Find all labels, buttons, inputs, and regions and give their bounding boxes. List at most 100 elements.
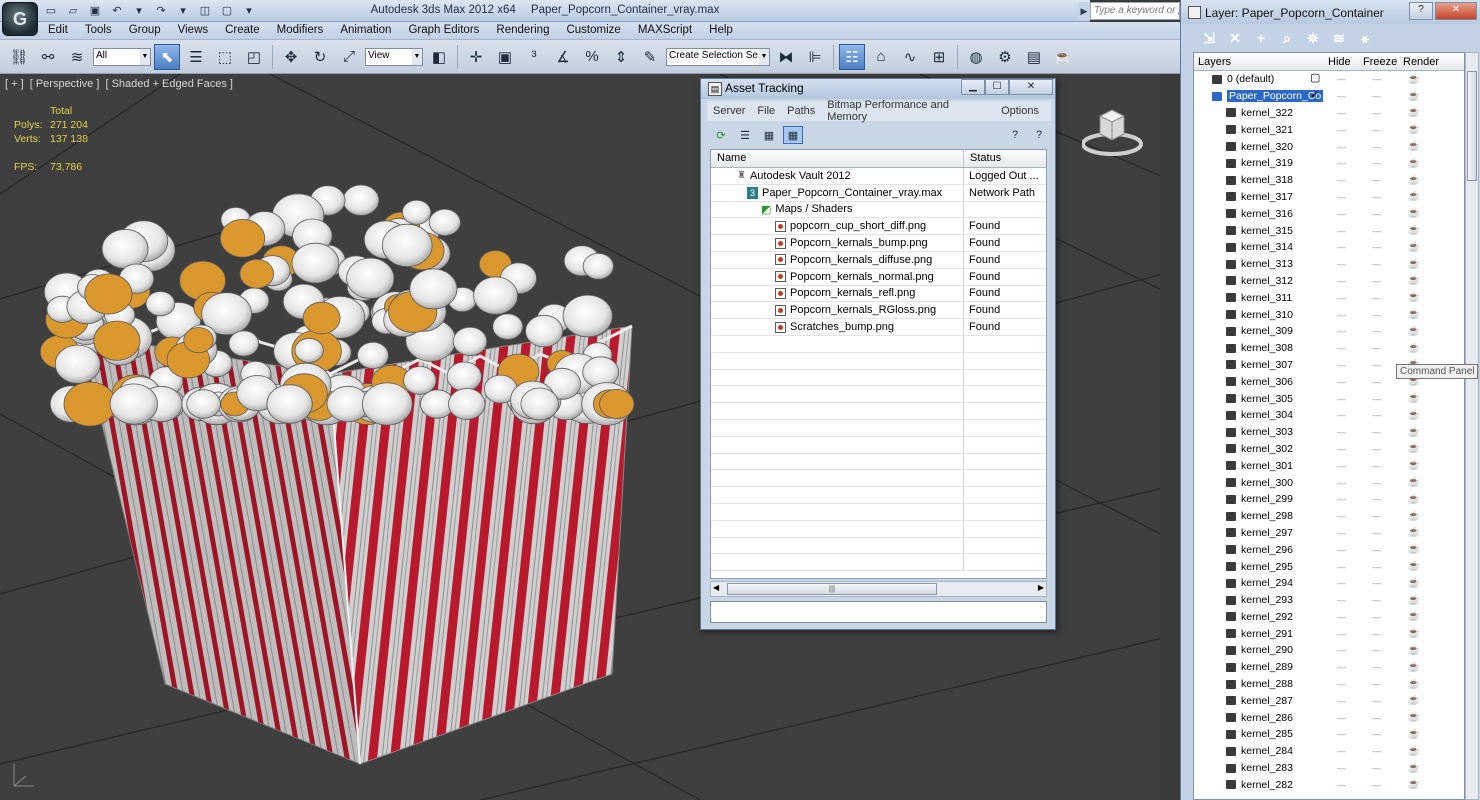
asset-row[interactable]: Popcorn_kernals_bump.png Found [711, 235, 1046, 252]
hide-toggle[interactable]: — [1324, 545, 1359, 555]
layer-row[interactable]: kernel_316— — ☕ [1194, 205, 1464, 222]
layer-dialog-title-bar[interactable]: Layer: Paper_Popcorn_Container ? ✕ [1181, 0, 1480, 24]
menu-customize[interactable]: Customize [566, 22, 629, 39]
workspace-icon[interactable]: ▢ [218, 2, 236, 19]
freeze-toggle[interactable]: — [1359, 629, 1394, 639]
thumbnail-view-icon[interactable]: ▦ [759, 126, 779, 144]
freeze-toggle[interactable]: — [1359, 158, 1394, 168]
freeze-toggle[interactable]: — [1359, 780, 1394, 790]
hide-toggle[interactable]: — [1324, 427, 1359, 437]
render-teapot-icon[interactable]: ☕ [1394, 91, 1434, 102]
search-input[interactable]: Type a keyword or phrase [1090, 2, 1180, 20]
curve-editor-icon[interactable]: ∿ [897, 44, 923, 70]
freeze-toggle[interactable]: — [1359, 125, 1394, 135]
freeze-toggle[interactable]: — [1359, 377, 1394, 387]
layer-row[interactable]: kernel_291— — ☕ [1194, 625, 1464, 642]
menu-animation[interactable]: Animation [340, 22, 400, 39]
layer-row[interactable]: kernel_289— — ☕ [1194, 659, 1464, 676]
scroll-right-icon[interactable]: ▶ [1038, 583, 1044, 592]
at-menu-file[interactable]: File [757, 105, 775, 117]
layer-row[interactable]: kernel_321— — ☕ [1194, 121, 1464, 138]
render-teapot-icon[interactable]: ☕ [1394, 763, 1434, 774]
freeze-toggle[interactable]: — [1359, 746, 1394, 756]
layer-row[interactable]: kernel_313— — ☕ [1194, 256, 1464, 273]
create-layer-icon[interactable]: ⇲ [1199, 28, 1219, 48]
vertical-scrollbar[interactable] [1465, 52, 1479, 800]
menu-help[interactable]: Help [709, 22, 742, 39]
select-by-name-icon[interactable]: ☰ [183, 44, 209, 70]
layer-row[interactable]: kernel_284— — ☕ [1194, 743, 1464, 760]
save-file-icon[interactable]: ▣ [86, 2, 104, 19]
scrollbar-thumb[interactable] [1467, 71, 1477, 181]
redo-dropdown-icon[interactable]: ▾ [174, 2, 192, 19]
freeze-toggle[interactable]: — [1359, 562, 1394, 572]
layer-row[interactable]: kernel_285— — ☕ [1194, 726, 1464, 743]
hide-toggle[interactable]: — [1324, 629, 1359, 639]
freeze-toggle[interactable]: — [1359, 91, 1394, 101]
hide-toggle[interactable]: — [1324, 478, 1359, 488]
freeze-toggle[interactable]: — [1359, 410, 1394, 420]
asset-row[interactable]: Popcorn_kernals_RGloss.png Found [711, 302, 1046, 320]
render-teapot-icon[interactable]: ☕ [1394, 477, 1434, 488]
render-teapot-icon[interactable]: ☕ [1394, 460, 1434, 471]
spinner-snap-icon[interactable]: ⇕ [608, 44, 634, 70]
render-teapot-icon[interactable]: ☕ [1394, 225, 1434, 236]
project-folder-icon[interactable]: ◫ [196, 2, 214, 19]
hide-toggle[interactable]: — [1324, 578, 1359, 588]
render-teapot-icon[interactable]: ☕ [1394, 544, 1434, 555]
freeze-toggle[interactable]: — [1359, 763, 1394, 773]
layer-row[interactable]: kernel_311— — ☕ [1194, 289, 1464, 306]
freeze-toggle[interactable]: — [1359, 645, 1394, 655]
hide-toggle[interactable]: — [1324, 91, 1359, 101]
freeze-toggle[interactable]: — [1359, 612, 1394, 622]
asset-row[interactable]: ◩ Maps / Shaders [711, 201, 1046, 219]
bind-to-space-warp-icon[interactable]: ≋ [64, 44, 90, 70]
freeze-toggle[interactable]: — [1359, 578, 1394, 588]
undo-dropdown-icon[interactable]: ▾ [130, 2, 148, 19]
render-teapot-icon[interactable]: ☕ [1394, 595, 1434, 606]
layer-row[interactable]: kernel_310— — ☕ [1194, 306, 1464, 323]
layer-row[interactable]: kernel_305— — ☕ [1194, 390, 1464, 407]
render-setup-icon[interactable]: ⚙ [992, 44, 1018, 70]
layer-row[interactable]: kernel_299— — ☕ [1194, 491, 1464, 508]
hide-toggle[interactable]: — [1324, 679, 1359, 689]
help-icon[interactable]: ? [1409, 2, 1433, 20]
column-header-name[interactable]: Name [711, 150, 964, 167]
layer-row[interactable]: kernel_300— — ☕ [1194, 474, 1464, 491]
select-and-rotate-icon[interactable]: ↻ [307, 44, 333, 70]
layer-row[interactable]: kernel_282— — ☕ [1194, 776, 1464, 793]
layer-row[interactable]: kernel_296— — ☕ [1194, 541, 1464, 558]
render-production-icon[interactable]: ☕ [1050, 44, 1076, 70]
render-teapot-icon[interactable]: ☕ [1394, 746, 1434, 757]
hide-toggle[interactable]: — [1324, 562, 1359, 572]
asset-row[interactable]: popcorn_cup_short_diff.png Found [711, 218, 1046, 236]
table-view-icon[interactable]: ▦ [783, 126, 803, 144]
freeze-toggle[interactable]: — [1359, 729, 1394, 739]
layer-row[interactable]: kernel_293— — ☕ [1194, 592, 1464, 609]
viewport-shading-label[interactable]: [ Shaded + Edged Faces ] [105, 78, 233, 90]
render-teapot-icon[interactable]: ☕ [1394, 611, 1434, 622]
rendered-frame-window-icon[interactable]: ▤ [1021, 44, 1047, 70]
layer-manager-icon[interactable]: ☷ [839, 43, 865, 70]
render-teapot-icon[interactable]: ☕ [1394, 292, 1434, 303]
column-header-layers[interactable]: Layers [1194, 53, 1324, 70]
asset-tracking-title-bar[interactable]: ▤ Asset Tracking ▁ ☐ ✕ [701, 79, 1055, 99]
freeze-toggle[interactable]: — [1359, 343, 1394, 353]
scroll-left-icon[interactable]: ◀ [713, 583, 719, 592]
layer-row[interactable]: kernel_292— — ☕ [1194, 609, 1464, 626]
snaps-toggle-icon[interactable]: ³ [521, 44, 547, 70]
freeze-toggle[interactable]: — [1359, 713, 1394, 723]
render-teapot-icon[interactable]: ☕ [1394, 107, 1434, 118]
column-header-status[interactable]: Status [964, 150, 1046, 167]
freeze-toggle[interactable]: — [1359, 259, 1394, 269]
layer-row[interactable]: kernel_294— — ☕ [1194, 575, 1464, 592]
layer-row[interactable]: kernel_283— — ☕ [1194, 760, 1464, 777]
at-menu-paths[interactable]: Paths [787, 105, 815, 117]
angle-snap-icon[interactable]: ∡ [550, 44, 576, 70]
render-teapot-icon[interactable]: ☕ [1394, 124, 1434, 135]
hide-toggle[interactable]: — [1324, 158, 1359, 168]
freeze-toggle[interactable]: — [1359, 528, 1394, 538]
hide-toggle[interactable]: — [1324, 394, 1359, 404]
freeze-toggle[interactable]: — [1359, 209, 1394, 219]
menu-tools[interactable]: Tools [85, 22, 121, 39]
